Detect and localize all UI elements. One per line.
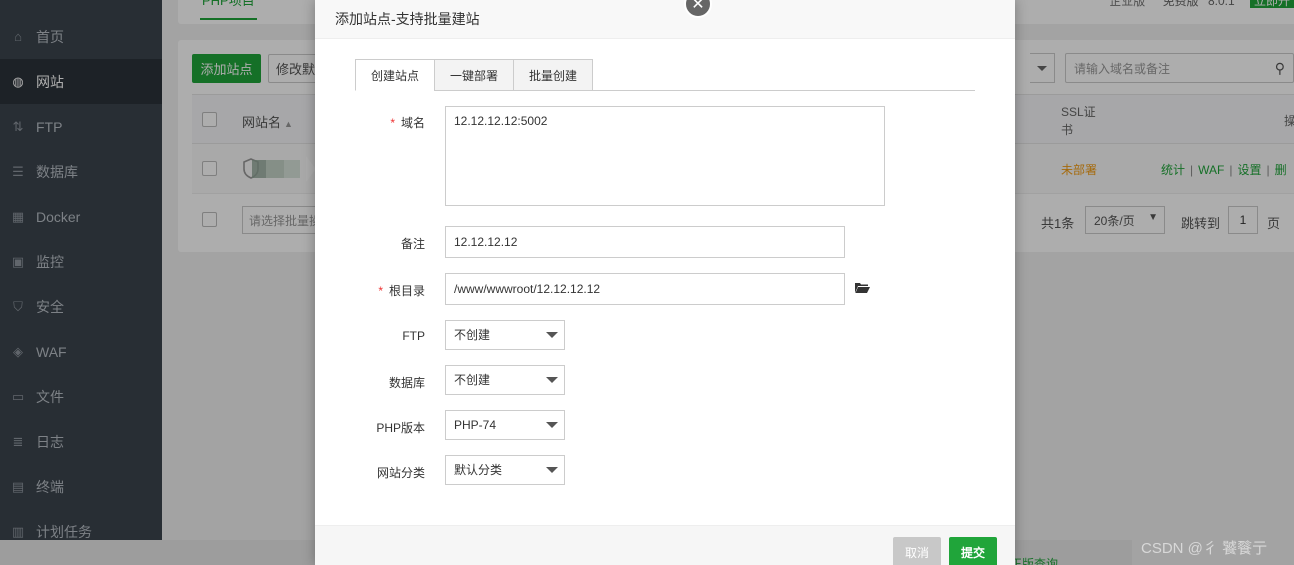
chevron-down-icon [546, 467, 558, 473]
remark-input[interactable]: 12.12.12.12 [445, 226, 845, 258]
remark-label: 备注 [400, 237, 425, 251]
category-label: 网站分类 [376, 466, 425, 480]
tab-create-site[interactable]: 创建站点 [355, 59, 435, 91]
modal-footer: 取消 提交 [315, 525, 1015, 565]
ftp-select[interactable]: 不创建 [445, 320, 565, 350]
chevron-down-icon [546, 377, 558, 383]
database-select-value: 不创建 [454, 373, 491, 387]
add-site-modal: 添加站点-支持批量建站 创建站点 一键部署 批量创建 * 域名 12.12.12.… [315, 0, 1015, 565]
root-dir-label: * 根目录 [378, 284, 425, 298]
watermark-text: CSDN @彳 饕餮亍 [1141, 540, 1268, 557]
tab-one-click-deploy[interactable]: 一键部署 [434, 59, 514, 91]
tab-batch-create[interactable]: 批量创建 [513, 59, 593, 91]
submit-button[interactable]: 提交 [949, 537, 997, 565]
domain-textarea[interactable]: 12.12.12.12:5002 [445, 106, 885, 206]
php-version-label: PHP版本 [376, 421, 425, 435]
modal-title: 添加站点-支持批量建站 [315, 0, 1015, 39]
chevron-down-icon [546, 422, 558, 428]
chevron-down-icon [546, 332, 558, 338]
php-version-value: PHP-74 [454, 418, 497, 432]
ftp-label: FTP [402, 329, 425, 343]
ftp-select-value: 不创建 [454, 328, 491, 342]
cancel-button[interactable]: 取消 [893, 537, 941, 565]
database-select[interactable]: 不创建 [445, 365, 565, 395]
category-select[interactable]: 默认分类 [445, 455, 565, 485]
php-version-select[interactable]: PHP-74 [445, 410, 565, 440]
category-select-value: 默认分类 [454, 463, 503, 477]
folder-open-icon[interactable] [854, 281, 870, 297]
database-label: 数据库 [388, 376, 425, 390]
modal-tabs: 创建站点 一键部署 批量创建 [355, 59, 975, 91]
root-dir-input[interactable]: /www/wwwroot/12.12.12.12 [445, 273, 845, 305]
domain-label: * 域名 [390, 116, 425, 130]
